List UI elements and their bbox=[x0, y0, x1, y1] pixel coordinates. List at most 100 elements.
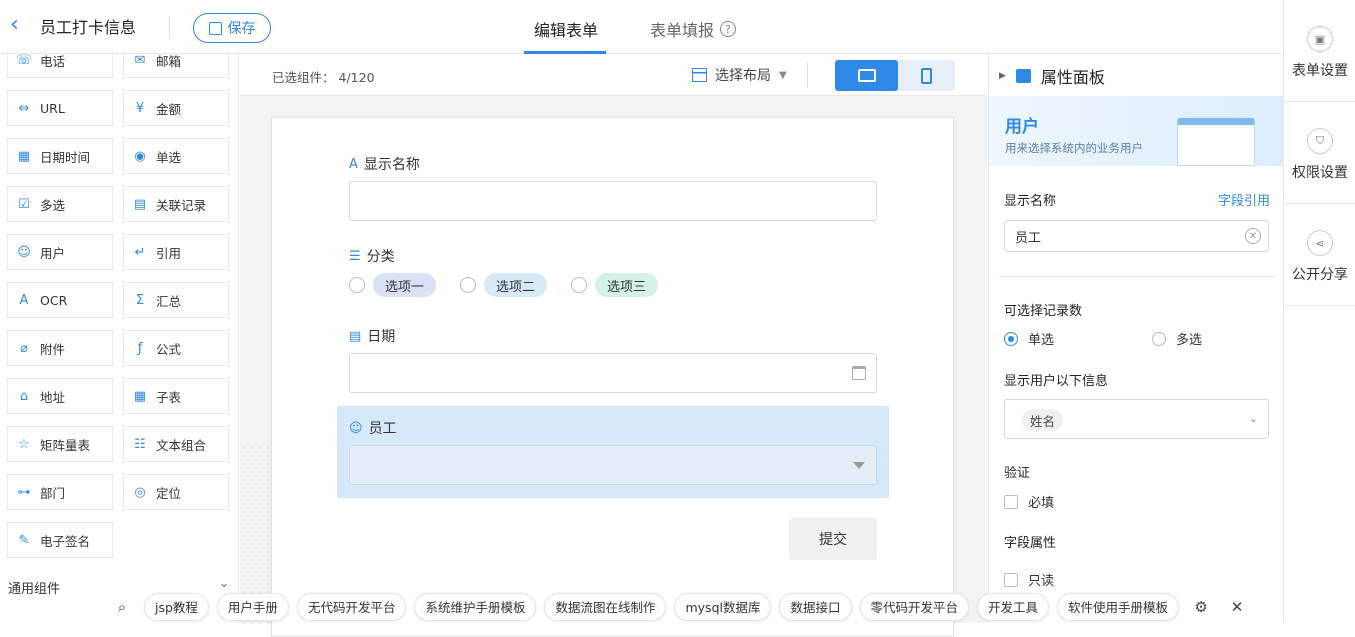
formula-icon: ƒ bbox=[137, 340, 143, 356]
rail-public-share[interactable]: ⋖ 公开分享 bbox=[1284, 204, 1355, 306]
info-tag-name[interactable]: 姓名 bbox=[1022, 409, 1064, 431]
display-name-value: 员工 bbox=[1015, 230, 1042, 246]
radio-checked-icon bbox=[1004, 331, 1018, 346]
right-rail: ▣ 表单设置 ⛉ 权限设置 ⋖ 公开分享 bbox=[1283, 0, 1355, 623]
submit-button[interactable]: 提交 bbox=[789, 518, 877, 560]
component-label: 单选 bbox=[156, 149, 182, 165]
component-quote[interactable]: ↵ 引用 bbox=[123, 234, 229, 270]
rail-form-settings[interactable]: ▣ 表单设置 bbox=[1284, 0, 1355, 102]
component-link[interactable]: ⇔ URL bbox=[7, 90, 113, 126]
field-employee-label-text: 员工 bbox=[368, 421, 397, 437]
multi-select-radio[interactable]: 多选 bbox=[1152, 329, 1202, 348]
option-chip-1[interactable]: 选项一 bbox=[373, 273, 437, 297]
save-icon bbox=[208, 21, 222, 35]
rail-form-settings-label: 表单设置 bbox=[1292, 63, 1348, 79]
component-ocr[interactable]: A OCR bbox=[7, 282, 113, 318]
link-chip[interactable]: mysql数据库 bbox=[674, 592, 772, 621]
phone-icon: ☏ bbox=[15, 54, 33, 68]
employee-field-selected[interactable]: ☺ 员工 bbox=[337, 406, 889, 498]
chevron-down-icon[interactable]: ⌄ bbox=[219, 576, 229, 590]
search-icon[interactable]: ⌕ bbox=[108, 593, 136, 621]
text-field-icon: A bbox=[349, 156, 358, 172]
tab-form-fill-label: 表单填报 bbox=[650, 21, 715, 40]
employee-select[interactable] bbox=[349, 445, 877, 485]
section-general-components[interactable]: 通用组件 bbox=[8, 578, 60, 597]
component-signature[interactable]: ✎ 电子签名 bbox=[7, 522, 113, 558]
show-info-select[interactable]: 姓名 ⌄ bbox=[1004, 399, 1269, 439]
radio-option-3[interactable] bbox=[571, 277, 588, 293]
tab-edit-form[interactable]: 编辑表单 bbox=[534, 17, 598, 41]
mail-icon: ✉ bbox=[134, 54, 146, 68]
link-chip[interactable]: 用户手册 bbox=[216, 592, 289, 621]
component-currency[interactable]: ¥ 金额 bbox=[123, 90, 229, 126]
component-relation[interactable]: ▤ 关联记录 bbox=[123, 186, 229, 222]
single-select-radio[interactable]: 单选 bbox=[1004, 329, 1054, 348]
property-panel-title: 属性面板 bbox=[1040, 68, 1105, 87]
display-name-input[interactable] bbox=[349, 181, 877, 221]
component-phone[interactable]: ☏ 电话 bbox=[7, 54, 113, 78]
help-icon[interactable]: ? bbox=[720, 21, 737, 37]
component-subtable[interactable]: ▦ 子表 bbox=[123, 378, 229, 414]
component-label: URL bbox=[40, 100, 65, 116]
component-department[interactable]: ⊶ 部门 bbox=[7, 474, 113, 510]
quote-icon: ↵ bbox=[134, 244, 146, 260]
readonly-checkbox[interactable]: 只读 bbox=[1004, 570, 1054, 589]
tab-form-fill[interactable]: 表单填报 ? bbox=[650, 17, 737, 41]
component-sum[interactable]: Σ 汇总 bbox=[123, 282, 229, 318]
required-checkbox[interactable]: 必填 bbox=[1004, 492, 1054, 511]
date-picker-icon[interactable] bbox=[852, 366, 866, 380]
link-chip[interactable]: 系统维护手册模板 bbox=[414, 592, 537, 621]
component-matrix[interactable]: ☆ 矩阵量表 bbox=[7, 426, 113, 462]
clear-icon[interactable]: ✕ bbox=[1245, 228, 1261, 244]
save-button[interactable]: 保存 bbox=[193, 13, 271, 43]
component-user[interactable]: ☺ 用户 bbox=[7, 234, 113, 270]
address-icon: ⌂ bbox=[19, 388, 29, 404]
component-label: 部门 bbox=[40, 485, 66, 501]
rail-permission-settings[interactable]: ⛉ 权限设置 bbox=[1284, 102, 1355, 204]
component-radio[interactable]: ◉ 单选 bbox=[123, 138, 229, 174]
property-panel-header: ▶ 属性面板 bbox=[999, 64, 1105, 88]
sum-icon: Σ bbox=[135, 292, 145, 308]
page-title: 员工打卡信息 bbox=[40, 18, 137, 37]
display-name-heading: 显示名称 bbox=[1004, 194, 1057, 209]
link-chip[interactable]: 数据流图在线制作 bbox=[544, 592, 667, 621]
radio-option-1[interactable] bbox=[349, 277, 365, 293]
location-icon: ◎ bbox=[134, 484, 146, 500]
display-name-field[interactable]: 员工 ✕ bbox=[1004, 220, 1269, 252]
component-mail[interactable]: ✉ 邮箱 bbox=[123, 54, 229, 78]
component-text-combo[interactable]: ☷ 文本组合 bbox=[123, 426, 229, 462]
back-arrow-icon[interactable]: ‹ bbox=[10, 14, 28, 38]
component-label: 关联记录 bbox=[156, 197, 207, 213]
link-chip[interactable]: 零代码开发平台 bbox=[859, 592, 970, 621]
department-icon: ⊶ bbox=[17, 484, 31, 500]
component-attachment[interactable]: ⌀ 附件 bbox=[7, 330, 113, 366]
layout-icon bbox=[692, 68, 707, 82]
component-address[interactable]: ⌂ 地址 bbox=[7, 378, 113, 414]
link-chip[interactable]: jsp教程 bbox=[144, 592, 209, 621]
collapse-arrow-icon[interactable]: ▶ bbox=[999, 71, 1006, 81]
component-location[interactable]: ◎ 定位 bbox=[123, 474, 229, 510]
gear-icon[interactable]: ⚙ bbox=[1187, 593, 1215, 621]
radio-option-2[interactable] bbox=[460, 277, 477, 293]
component-formula[interactable]: ƒ 公式 bbox=[123, 330, 229, 366]
field-reference-link[interactable]: 字段引用 bbox=[1218, 190, 1270, 209]
link-chip[interactable]: 开发工具 bbox=[977, 592, 1050, 621]
field-employee-label: ☺ 员工 bbox=[349, 418, 397, 438]
component-calendar[interactable]: ▦ 日期时间 bbox=[7, 138, 113, 174]
option-chip-2[interactable]: 选项二 bbox=[484, 273, 548, 297]
date-input[interactable] bbox=[349, 353, 877, 393]
validation-heading: 验证 bbox=[1004, 466, 1031, 481]
desktop-view-button[interactable] bbox=[835, 60, 898, 91]
component-label: 邮箱 bbox=[156, 54, 182, 69]
close-icon[interactable]: ✕ bbox=[1223, 593, 1251, 621]
user-icon: ☺ bbox=[349, 420, 363, 436]
option-chip-3[interactable]: 选项三 bbox=[595, 273, 659, 297]
link-chip[interactable]: 软件使用手册模板 bbox=[1057, 592, 1180, 621]
mobile-view-button[interactable] bbox=[898, 60, 955, 91]
link-chip[interactable]: 数据接口 bbox=[779, 592, 852, 621]
component-checkbox[interactable]: ☑ 多选 bbox=[7, 186, 113, 222]
currency-icon: ¥ bbox=[135, 100, 145, 116]
layout-select[interactable]: 选择布局 ▼ bbox=[692, 65, 787, 85]
link-chip[interactable]: 无代码开发平台 bbox=[296, 592, 407, 621]
field-category-label-text: 分类 bbox=[366, 249, 395, 265]
